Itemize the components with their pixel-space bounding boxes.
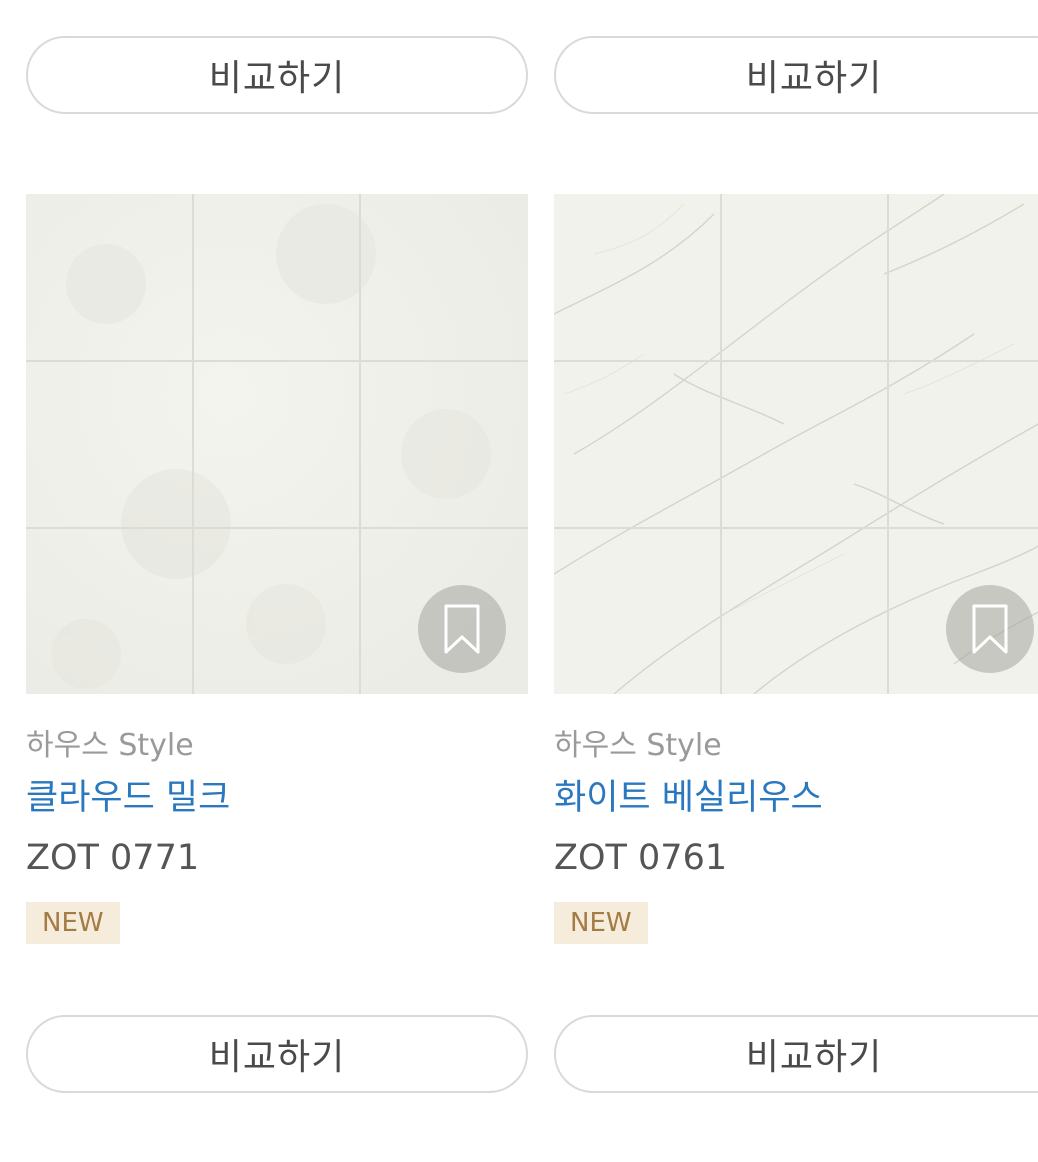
product-brand: 하우스 Style bbox=[554, 728, 722, 763]
product-code: ZOT 0761 bbox=[554, 838, 728, 878]
compare-button[interactable]: 비교하기 bbox=[554, 36, 1038, 114]
product-info: 하우스 Style 클라우드 밀크 ZOT 0771 NEW bbox=[26, 722, 230, 944]
bookmark-icon bbox=[444, 604, 480, 654]
compare-button[interactable]: 비교하기 bbox=[554, 1015, 1038, 1093]
product-brand: 하우스 Style bbox=[26, 728, 194, 763]
bookmark-icon bbox=[972, 604, 1008, 654]
product-image-white-bessilius[interactable] bbox=[554, 194, 1038, 694]
bookmark-button[interactable] bbox=[946, 585, 1034, 673]
product-code: ZOT 0771 bbox=[26, 838, 200, 878]
compare-button[interactable]: 비교하기 bbox=[26, 1015, 528, 1093]
bookmark-button[interactable] bbox=[418, 585, 506, 673]
product-info: 하우스 Style 화이트 베실리우스 ZOT 0761 NEW bbox=[554, 722, 823, 944]
product-image-cloud-milk[interactable] bbox=[26, 194, 528, 694]
new-badge: NEW bbox=[554, 902, 648, 944]
compare-button[interactable]: 비교하기 bbox=[26, 36, 528, 114]
product-name[interactable]: 화이트 베실리우스 bbox=[554, 770, 823, 826]
product-name[interactable]: 클라우드 밀크 bbox=[26, 770, 230, 826]
product-grid: 비교하기 비교하기 하우스 Style 클라우드 밀크 ZOT 0771 NEW… bbox=[0, 0, 1038, 1162]
new-badge: NEW bbox=[26, 902, 120, 944]
